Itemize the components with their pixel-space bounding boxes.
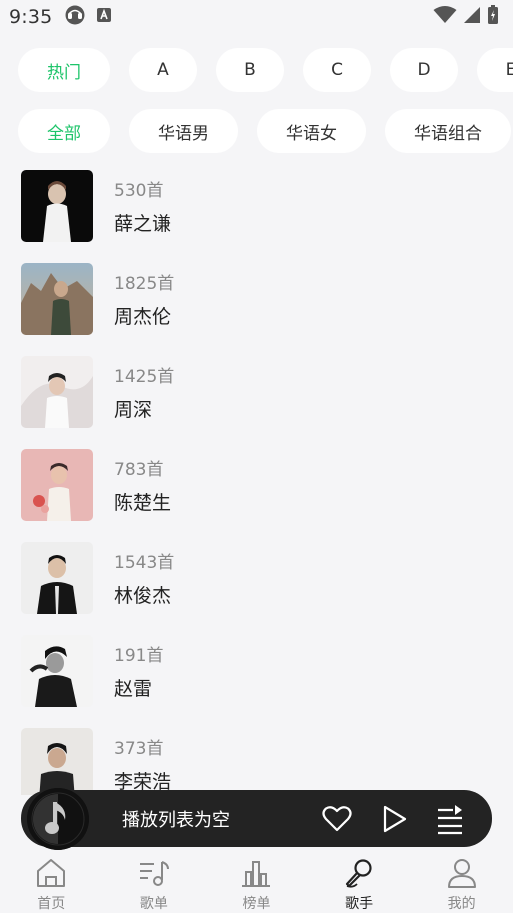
singer-row[interactable]: 191首 赵雷 <box>0 630 513 710</box>
song-count: 191首 <box>114 646 164 666</box>
singer-name: 周杰伦 <box>114 306 172 328</box>
singer-name: 薛之谦 <box>114 213 172 235</box>
song-count: 783首 <box>114 460 164 480</box>
singer-avatar <box>21 728 93 795</box>
song-count: 1825首 <box>114 274 175 294</box>
song-count: 530首 <box>114 181 164 201</box>
singer-avatar <box>21 170 93 242</box>
heart-icon[interactable] <box>320 802 354 836</box>
singer-list: 530首 薛之谦 1825首 周杰伦 1425首 周深 783首 陈楚生 154… <box>0 165 513 795</box>
playlist-note-icon <box>138 858 170 892</box>
wifi-icon <box>433 6 457 28</box>
nav-label: 歌单 <box>139 896 168 912</box>
nav-label: 首页 <box>37 896 66 912</box>
singer-row[interactable]: 530首 薛之谦 <box>0 165 513 245</box>
bar-chart-icon <box>240 858 272 892</box>
singer-avatar <box>21 449 93 521</box>
chip-d[interactable]: D <box>390 48 458 92</box>
singer-avatar <box>21 263 93 335</box>
nav-singers[interactable]: 歌手 <box>308 853 411 913</box>
chip-all[interactable]: 全部 <box>18 109 110 153</box>
category-filter-row: 全部 华语男 华语女 华语组合 <box>0 109 513 155</box>
singer-row[interactable]: 1425首 周深 <box>0 351 513 431</box>
letter-filter-row: 热门 A B C D E <box>0 48 513 94</box>
chip-c[interactable]: C <box>303 48 371 92</box>
status-icons-right <box>433 5 499 29</box>
chip-b[interactable]: B <box>216 48 284 92</box>
chip-chinese-group[interactable]: 华语组合 <box>385 109 511 153</box>
home-icon <box>35 858 67 892</box>
music-note-icon <box>43 798 73 842</box>
signal-icon <box>463 6 481 28</box>
mini-player[interactable]: 播放列表为空 <box>21 788 492 850</box>
singer-avatar <box>21 356 93 428</box>
singer-row[interactable]: 1825首 周杰伦 <box>0 258 513 338</box>
microphone-icon <box>343 858 375 892</box>
chip-chinese-female[interactable]: 华语女 <box>257 109 366 153</box>
battery-icon <box>487 5 499 29</box>
song-count: 1425首 <box>114 367 175 387</box>
nav-label: 榜单 <box>242 896 271 912</box>
singer-avatar <box>21 635 93 707</box>
status-time: 9:35 <box>9 6 53 28</box>
chip-e[interactable]: E <box>477 48 513 92</box>
chip-hot[interactable]: 热门 <box>18 48 110 92</box>
chip-chinese-male[interactable]: 华语男 <box>129 109 238 153</box>
a-box-icon <box>96 7 112 27</box>
singer-name: 赵雷 <box>114 678 153 700</box>
singer-row[interactable]: 783首 陈楚生 <box>0 444 513 524</box>
singer-name: 林俊杰 <box>114 585 172 607</box>
headset-icon <box>64 5 86 29</box>
bottom-nav: 首页 歌单 榜单 歌手 我的 <box>0 853 513 913</box>
nav-label: 我的 <box>447 896 476 912</box>
singer-name: 周深 <box>114 399 153 421</box>
user-icon <box>446 858 478 892</box>
playlist-icon[interactable] <box>433 802 467 836</box>
album-disc[interactable] <box>27 788 89 850</box>
player-title: 播放列表为空 <box>122 810 230 831</box>
nav-home[interactable]: 首页 <box>0 853 103 913</box>
chip-a[interactable]: A <box>129 48 197 92</box>
singer-row[interactable]: 1543首 林俊杰 <box>0 537 513 617</box>
status-icons-left <box>64 5 112 29</box>
status-bar: 9:35 <box>0 0 513 34</box>
nav-charts[interactable]: 榜单 <box>205 853 308 913</box>
singer-avatar <box>21 542 93 614</box>
song-count: 373首 <box>114 739 164 759</box>
nav-playlists[interactable]: 歌单 <box>103 853 206 913</box>
play-icon[interactable] <box>377 802 411 836</box>
song-count: 1543首 <box>114 553 175 573</box>
singer-name: 陈楚生 <box>114 492 172 514</box>
nav-label: 歌手 <box>345 896 374 912</box>
singer-row[interactable]: 373首 李荣浩 <box>0 723 513 795</box>
nav-mine[interactable]: 我的 <box>410 853 513 913</box>
